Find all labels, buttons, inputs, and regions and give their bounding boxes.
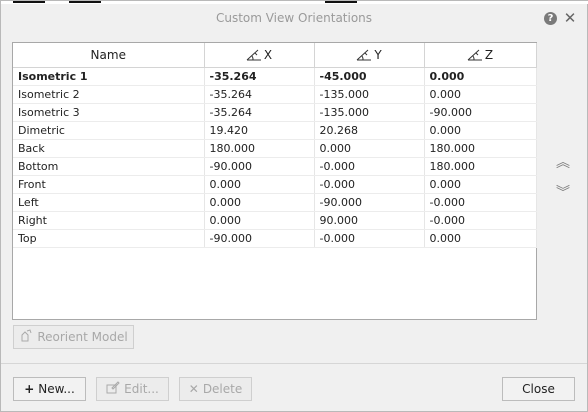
cell-y: 0.000 <box>314 139 425 158</box>
cell-name: Left <box>13 193 205 212</box>
cell-x: -35.264 <box>204 67 315 86</box>
top-mark <box>69 1 101 3</box>
angle-icon <box>467 49 482 61</box>
cell-name: Right <box>13 211 205 230</box>
cell-name: Dimetric <box>13 121 205 140</box>
cell-z: 0.000 <box>424 229 537 248</box>
table-row[interactable]: Isometric 2 -35.264 -135.000 0.000 <box>13 85 537 104</box>
reorient-model-label: Reorient Model <box>37 330 128 344</box>
table-row[interactable]: Dimetric 19.420 20.268 0.000 <box>13 121 537 140</box>
cell-name: Isometric 2 <box>13 85 205 104</box>
new-button[interactable]: + New... <box>13 377 86 401</box>
new-label: New... <box>38 382 75 396</box>
plus-icon: + <box>24 382 35 396</box>
column-header-name[interactable]: Name <box>13 43 205 68</box>
table-row[interactable]: Bottom -90.000 -0.000 180.000 <box>13 157 537 176</box>
cell-y: 20.268 <box>314 121 425 140</box>
custom-view-orientations-dialog: Custom View Orientations ? ✕ Name X Y Z <box>0 0 588 412</box>
cell-z: -90.000 <box>424 103 537 122</box>
cell-z: 0.000 <box>424 85 537 104</box>
reorder-controls: ︽ ︾ <box>555 156 571 216</box>
table-header-row: Name X Y Z <box>13 43 537 68</box>
cell-x: 0.000 <box>204 175 315 194</box>
cell-x: -35.264 <box>204 85 315 104</box>
cell-y: 90.000 <box>314 211 425 230</box>
cell-z: 0.000 <box>424 175 537 194</box>
close-button[interactable]: Close <box>502 377 575 401</box>
title-bar: Custom View Orientations ? ✕ <box>1 4 587 32</box>
cell-z: 0.000 <box>424 121 537 140</box>
cell-z: -0.000 <box>424 193 537 212</box>
delete-button[interactable]: ✕ Delete <box>179 377 252 401</box>
cell-name: Isometric 1 <box>13 67 205 86</box>
delete-icon: ✕ <box>188 382 199 396</box>
cell-z: 180.000 <box>424 157 537 176</box>
delete-label: Delete <box>202 382 243 396</box>
angle-icon <box>246 49 261 61</box>
move-down-icon[interactable]: ︾ <box>555 186 571 200</box>
cell-y: -135.000 <box>314 103 425 122</box>
move-up-icon[interactable]: ︽ <box>555 156 571 170</box>
cell-x: -35.264 <box>204 103 315 122</box>
cell-y: -135.000 <box>314 85 425 104</box>
cell-y: -0.000 <box>314 229 425 248</box>
top-mark <box>13 1 45 3</box>
close-label: Close <box>522 382 555 396</box>
close-icon[interactable]: ✕ <box>562 9 578 27</box>
cell-z: 0.000 <box>424 67 537 86</box>
cell-x: -90.000 <box>204 157 315 176</box>
table-row[interactable]: Isometric 1 -35.264 -45.000 0.000 <box>13 67 537 86</box>
reorient-model-button[interactable]: Reorient Model <box>13 325 134 349</box>
cell-name: Back <box>13 139 205 158</box>
cell-z: -0.000 <box>424 211 537 230</box>
table-row[interactable]: Left 0.000 -90.000 -0.000 <box>13 193 537 212</box>
angle-icon <box>356 49 372 61</box>
cell-name: Front <box>13 175 205 194</box>
table-row[interactable]: Front 0.000 -0.000 0.000 <box>13 175 537 194</box>
cell-x: 180.000 <box>204 139 315 158</box>
cell-name: Bottom <box>13 157 205 176</box>
column-header-label: Name <box>90 47 126 62</box>
cell-y: -0.000 <box>314 157 425 176</box>
footer-divider <box>1 363 587 364</box>
cell-x: -90.000 <box>204 229 315 248</box>
help-icon[interactable]: ? <box>544 12 557 25</box>
cell-x: 0.000 <box>204 211 315 230</box>
cell-y: -0.000 <box>314 175 425 194</box>
cell-x: 0.000 <box>204 193 315 212</box>
table-row[interactable]: Isometric 3 -35.264 -135.000 -90.000 <box>13 103 537 122</box>
cell-y: -90.000 <box>314 193 425 212</box>
edit-label: Edit... <box>124 382 159 396</box>
table-row[interactable]: Back 180.000 0.000 180.000 <box>13 139 537 158</box>
cell-y: -45.000 <box>314 67 425 86</box>
column-header-x[interactable]: X <box>204 43 315 68</box>
cell-x: 19.420 <box>204 121 315 140</box>
edit-icon <box>106 381 120 397</box>
column-header-y[interactable]: Y <box>314 43 425 68</box>
top-mark <box>325 1 357 3</box>
table-row[interactable]: Right 0.000 90.000 -0.000 <box>13 211 537 230</box>
reorient-icon <box>19 329 33 345</box>
edit-button[interactable]: Edit... <box>96 377 169 401</box>
cell-name: Isometric 3 <box>13 103 205 122</box>
column-header-label: X <box>263 47 273 62</box>
column-header-label: Z <box>484 47 494 62</box>
window-title: Custom View Orientations <box>215 11 373 25</box>
column-header-z[interactable]: Z <box>424 43 537 68</box>
table-row[interactable]: Top -90.000 -0.000 0.000 <box>13 229 537 248</box>
orientations-table: Name X Y Z Isometric 1 -35.264 -45.000 0… <box>12 42 537 320</box>
column-header-label: Y <box>374 47 382 62</box>
cell-z: 180.000 <box>424 139 537 158</box>
cell-name: Top <box>13 229 205 248</box>
